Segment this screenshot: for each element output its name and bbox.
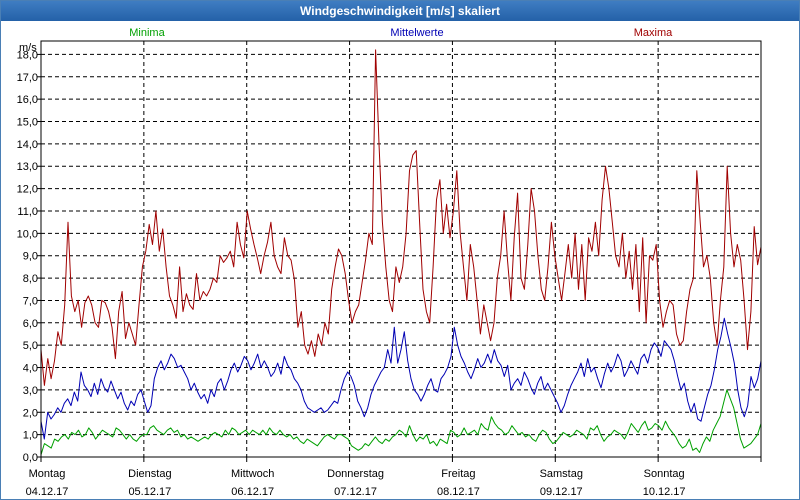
x-tick-date: 08.12.17 (437, 486, 480, 498)
y-tick-label: 9,0 (23, 251, 38, 263)
y-tick-label: 17,0 (17, 72, 38, 84)
legend-entry-maxima: Maxima (634, 27, 673, 39)
y-tick-label: 5,0 (23, 340, 38, 352)
y-axis: m/s0,01,02,03,04,05,06,07,08,09,010,011,… (17, 42, 41, 464)
x-tick-weekday: Mittwoch (231, 468, 274, 480)
legend-entry-mittelwerte: Mittelwerte (390, 27, 443, 39)
series-line-mittelwerte (40, 317, 762, 440)
series-line-maxima (40, 49, 762, 386)
series-lines (40, 49, 762, 455)
y-tick-label: 14,0 (17, 139, 38, 151)
x-tick-date: 09.12.17 (540, 486, 583, 498)
y-tick-label: 1,0 (23, 430, 38, 442)
y-tick-label: 12,0 (17, 184, 38, 196)
y-tick-label: 6,0 (23, 318, 38, 330)
x-tick-weekday: Donnerstag (327, 468, 384, 480)
y-tick-label: 7,0 (23, 295, 38, 307)
x-tick-date: 07.12.17 (334, 486, 377, 498)
y-tick-label: 2,0 (23, 407, 38, 419)
y-tick-label: 11,0 (17, 206, 38, 218)
x-tick-date: 06.12.17 (231, 486, 274, 498)
x-tick-weekday: Freitag (441, 468, 475, 480)
legend-entry-minima: Minima (129, 27, 165, 39)
y-tick-label: 10,0 (17, 228, 38, 240)
wind-speed-chart: m/s0,01,02,03,04,05,06,07,08,09,010,011,… (17, 27, 762, 498)
x-tick-weekday: Samstag (540, 468, 583, 480)
y-tick-label: 16,0 (17, 94, 38, 106)
y-tick-label: 13,0 (17, 161, 38, 173)
y-tick-label: 0,0 (23, 452, 38, 464)
y-tick-label: 4,0 (23, 363, 38, 375)
x-tick-weekday: Dienstag (128, 468, 171, 480)
series-line-minima (40, 389, 762, 455)
chart-title: Windgeschwindigkeit [m/s] skaliert (1, 1, 799, 21)
x-tick-weekday: Montag (29, 468, 66, 480)
x-tick-date: 05.12.17 (128, 486, 171, 498)
grid-lines (41, 41, 761, 458)
y-tick-label: 3,0 (23, 385, 38, 397)
y-tick-label: 8,0 (23, 273, 38, 285)
y-tick-label: 15,0 (17, 117, 38, 129)
chart-window: Windgeschwindigkeit [m/s] skaliert m/s 0,… (0, 0, 800, 500)
y-tick-label: 18,0 (17, 49, 38, 61)
x-tick-date: 04.12.17 (26, 486, 69, 498)
x-tick-weekday: Sonntag (644, 468, 685, 480)
legend: Minima Mittelwerte Maxima (129, 27, 673, 39)
plot-frame (40, 40, 762, 458)
x-tick-date: 10.12.17 (643, 486, 686, 498)
x-axis: Montag 04.12.17 Dienstag 05.12.17 Mittwoch 06… (26, 457, 762, 498)
